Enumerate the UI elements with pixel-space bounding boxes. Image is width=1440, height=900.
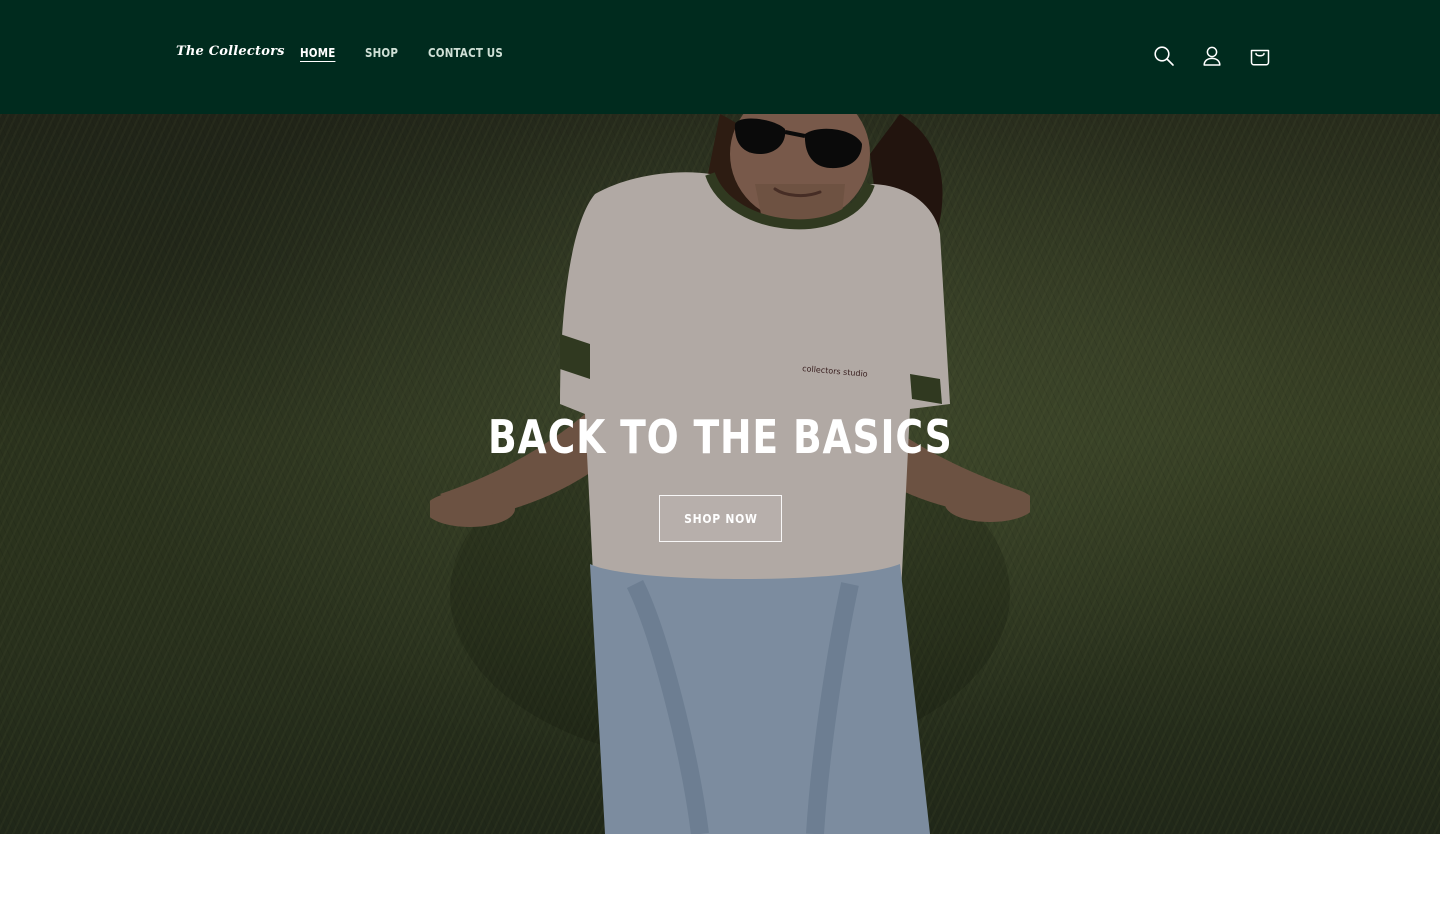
shop-now-button[interactable]: SHOP NOW — [659, 495, 782, 542]
account-icon[interactable] — [1198, 42, 1226, 70]
site-header: The Collectors HOME SHOP CONTACT US — [0, 0, 1440, 114]
hero-banner: collectors studio BACK TO THE BASICS SHO… — [0, 114, 1440, 834]
cart-icon[interactable] — [1246, 42, 1274, 70]
nav-item-home[interactable]: HOME — [300, 46, 335, 60]
hero-title: BACK TO THE BASICS — [487, 410, 953, 464]
below-hero-section — [0, 834, 1440, 900]
nav-item-contact-us[interactable]: CONTACT US — [428, 46, 503, 60]
brand-logo[interactable]: The Collectors — [176, 44, 285, 59]
nav-item-shop[interactable]: SHOP — [365, 46, 398, 60]
main-navigation: HOME SHOP CONTACT US — [300, 46, 515, 60]
header-actions — [1150, 42, 1274, 70]
search-icon[interactable] — [1150, 42, 1178, 70]
hero-dim-overlay — [0, 114, 1440, 834]
